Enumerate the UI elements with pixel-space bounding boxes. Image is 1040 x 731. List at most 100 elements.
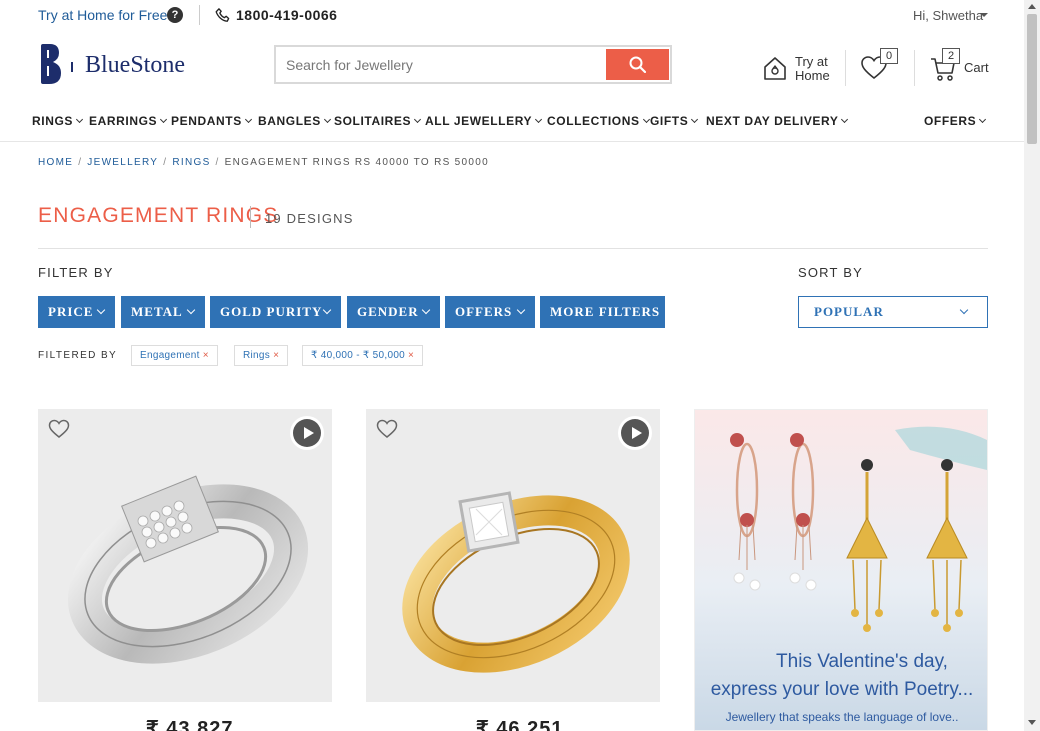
more-filters-button[interactable]: MORE FILTERS — [540, 296, 665, 328]
search-button[interactable] — [606, 49, 669, 80]
search-icon — [629, 56, 646, 73]
caret-down-icon[interactable] — [980, 13, 988, 17]
page-scrollbar[interactable] — [1024, 0, 1040, 731]
wishlist-heart-icon[interactable] — [48, 419, 70, 439]
nav-item-solitaires[interactable]: SOLITAIRES — [334, 114, 422, 128]
chevron-down-icon — [516, 305, 526, 315]
nav-item-next-day-delivery[interactable]: NEXT DAY DELIVERY — [706, 114, 849, 128]
top-bar: Try at Home for Free ? 1800-419-0066 Hi,… — [0, 0, 1024, 30]
divider — [199, 5, 200, 25]
breadcrumb-home[interactable]: HOME — [38, 157, 73, 168]
chevron-down-icon — [642, 115, 650, 124]
nav-label: NEXT DAY DELIVERY — [706, 114, 839, 128]
chevron-down-icon — [959, 305, 969, 315]
filter-chip-rings: Rings × — [234, 345, 289, 366]
sort-select[interactable]: POPULAR — [798, 296, 988, 328]
help-icon[interactable]: ? — [167, 7, 183, 23]
play-triangle — [304, 427, 314, 439]
divider — [914, 50, 915, 86]
divider — [250, 206, 251, 228]
chevron-down-icon — [691, 115, 699, 124]
breadcrumb-current: ENGAGEMENT RINGS RS 40000 TO RS 50000 — [224, 157, 489, 168]
scroll-down-icon[interactable] — [1028, 720, 1036, 725]
bluestone-logo[interactable]: BlueStone — [38, 44, 198, 88]
filter-gold-purity-button[interactable]: GOLD PURITY — [210, 296, 341, 328]
product-card[interactable] — [366, 409, 660, 702]
product-card[interactable] — [38, 409, 332, 702]
chevron-down-icon — [414, 115, 422, 124]
wishlist-count-badge: 0 — [880, 48, 898, 64]
nav-label: GIFTS — [650, 114, 689, 128]
try-home-link[interactable]: Try at Home for Free — [38, 7, 167, 23]
filtered-by-label: FILTERED BY — [38, 350, 118, 361]
valentine-promo-banner[interactable]: This Valentine's day, express your love … — [694, 409, 988, 731]
remove-chip-icon[interactable]: × — [203, 350, 209, 361]
chevron-down-icon — [96, 305, 106, 315]
chevron-down-icon — [421, 305, 431, 315]
cart-label[interactable]: Cart — [964, 60, 989, 75]
chip-label: ₹ 40,000 - ₹ 50,000 — [311, 350, 406, 361]
nav-item-all-jewellery[interactable]: ALL JEWELLERY — [425, 114, 543, 128]
filter-metal-button[interactable]: METAL — [121, 296, 205, 328]
try-at-home-link[interactable]: Try at Home — [795, 55, 835, 83]
nav-item-collections[interactable]: COLLECTIONS — [547, 114, 650, 128]
filter-label: METAL — [131, 304, 183, 319]
scroll-thumb[interactable] — [1027, 14, 1037, 144]
remove-chip-icon[interactable]: × — [273, 350, 279, 361]
play-circle — [621, 419, 649, 447]
nav-label: RINGS — [32, 114, 74, 128]
filter-price-button[interactable]: PRICE — [38, 296, 115, 328]
cart-count-badge: 2 — [942, 48, 960, 64]
search-input[interactable] — [278, 49, 606, 80]
design-count: 19 DESIGNS — [265, 211, 354, 226]
nav-item-earrings[interactable]: EARRINGS — [89, 114, 168, 128]
filter-label: MORE FILTERS — [550, 304, 661, 319]
chevron-down-icon — [323, 115, 331, 124]
filter-label: OFFERS — [455, 304, 513, 319]
breadcrumb-separator: / — [78, 157, 83, 168]
phone-number[interactable]: 1800-419-0066 — [236, 7, 337, 23]
nav-item-pendants[interactable]: PENDANTS — [171, 114, 252, 128]
play-triangle — [632, 427, 642, 439]
breadcrumb-rings[interactable]: RINGS — [172, 157, 210, 168]
scroll-up-icon[interactable] — [1028, 4, 1036, 9]
phone-icon — [215, 8, 230, 22]
play-circle — [293, 419, 321, 447]
chevron-down-icon — [979, 115, 987, 124]
product-image-yellow-gold-ring — [402, 491, 630, 673]
promo-tagline: Jewellery that speaks the language of lo… — [725, 710, 959, 724]
search-box — [274, 45, 672, 84]
nav-label: EARRINGS — [89, 114, 158, 128]
chevron-down-icon — [322, 305, 332, 315]
filter-label: GENDER — [357, 304, 419, 319]
user-greeting[interactable]: Hi, Shwetha — [913, 8, 983, 23]
nav-item-gifts[interactable]: GIFTS — [650, 114, 699, 128]
filter-offers-button[interactable]: OFFERS — [445, 296, 535, 328]
divider — [38, 248, 988, 249]
nav-item-bangles[interactable]: BANGLES — [258, 114, 331, 128]
divider — [845, 50, 846, 86]
product-image-white-gold-ring — [67, 475, 309, 664]
wishlist-heart-icon[interactable] — [376, 419, 398, 439]
nav-item-offers[interactable]: OFFERS — [924, 114, 987, 128]
filter-label: GOLD PURITY — [220, 304, 323, 319]
remove-chip-icon[interactable]: × — [408, 350, 414, 361]
nav-item-rings[interactable]: RINGS — [32, 114, 84, 128]
main-nav: RINGS EARRINGS PENDANTS BANGLES SOLITAIR… — [0, 108, 1024, 142]
chip-label: Engagement — [140, 350, 200, 361]
play-video-icon[interactable] — [618, 416, 652, 450]
filter-gender-button[interactable]: GENDER — [347, 296, 440, 328]
logo-text: BlueStone — [85, 52, 185, 78]
filter-by-label: FILTER BY — [38, 265, 114, 280]
play-video-icon[interactable] — [290, 416, 324, 450]
sort-by-label: SORT BY — [798, 265, 863, 280]
promo-subheadline: express your love with Poetry... — [710, 679, 974, 700]
breadcrumb-jewellery[interactable]: JEWELLERY — [87, 157, 158, 168]
chevron-down-icon — [244, 115, 252, 124]
logo-separator — [71, 62, 73, 72]
page-title: ENGAGEMENT RINGS — [38, 204, 279, 227]
home-icon[interactable] — [762, 55, 788, 81]
logo-mark-icon — [41, 44, 61, 84]
nav-label: ALL JEWELLERY — [425, 114, 533, 128]
nav-label: COLLECTIONS — [547, 114, 640, 128]
